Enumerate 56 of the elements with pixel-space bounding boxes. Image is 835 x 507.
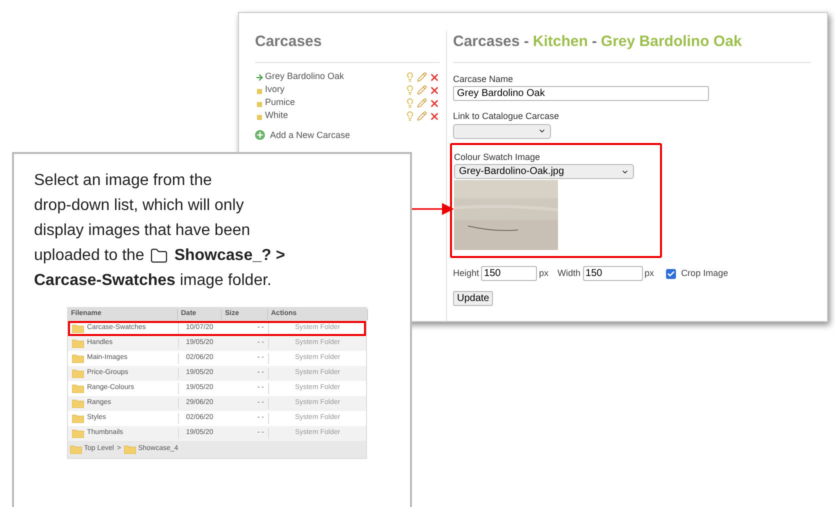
folder-icon (72, 354, 84, 363)
lightbulb-icon[interactable] (405, 111, 415, 121)
folder-icon (72, 399, 84, 408)
form-title: Kitchen (532, 32, 588, 52)
field-label: Colour Swatch Image (454, 150, 542, 164)
callout-text: uploaded to the (34, 246, 144, 266)
form-title: Grey Bardolino Oak (600, 32, 742, 52)
carcase-link[interactable]: Grey Bardolino Oak (265, 70, 405, 84)
delete-icon[interactable] (429, 84, 440, 96)
form-title: - (592, 32, 597, 52)
delete-icon[interactable] (429, 72, 440, 82)
pencil-icon[interactable] (417, 72, 427, 82)
field-label: Height (453, 266, 480, 280)
pencil-icon[interactable] (417, 98, 427, 108)
lightbulb-icon[interactable] (405, 98, 415, 108)
field-label: Link to Catalogue Carcase (453, 110, 560, 123)
chevron-icon (538, 127, 546, 135)
folder-icon (70, 445, 82, 454)
lightbulb-icon[interactable] (405, 72, 415, 82)
pencil-icon[interactable] (417, 111, 427, 121)
callout-text: Carcase-Swatches image folder. (34, 272, 272, 289)
crop-checkbox[interactable] (666, 268, 676, 278)
pencil-icon[interactable] (417, 85, 427, 95)
folder-icon (72, 429, 84, 438)
add-carcase-link[interactable]: Add a New Carcase (270, 128, 350, 142)
width-field[interactable]: 150 (582, 266, 643, 281)
carcase-link[interactable]: White (265, 109, 405, 123)
swatch-dropdown[interactable]: Grey-Bardolino-Oak.jpg (454, 164, 634, 179)
unit-label: px (644, 266, 654, 280)
folder-icon (72, 324, 84, 333)
name-field[interactable]: Grey Bardolino Oak (453, 86, 709, 101)
delete-icon[interactable] (429, 98, 440, 108)
folder-icon (124, 445, 136, 454)
delete-icon[interactable] (429, 110, 440, 122)
callout-text: display images that have been (34, 222, 250, 239)
sidebar-title: Carcases (255, 31, 440, 62)
folder-icon (72, 339, 84, 348)
callout-text: Select an image from the (34, 172, 212, 189)
checkbox-label: Crop Image (681, 266, 728, 280)
folder-icon (150, 246, 168, 264)
update-button[interactable]: Update (453, 291, 494, 306)
field-label: Width (558, 266, 581, 280)
callout-text: Showcase_? > (174, 246, 286, 266)
add-icon[interactable] (255, 130, 265, 140)
carcase-link[interactable]: Pumice (265, 96, 405, 110)
unit-label: px (539, 266, 549, 280)
folder-icon (72, 369, 84, 378)
lightbulb-icon[interactable] (405, 85, 415, 95)
height-field[interactable]: 150 (481, 266, 538, 281)
form-title: Carcases - (453, 32, 529, 52)
callout-text: drop-down list, which will only (34, 197, 244, 214)
folder-icon (72, 414, 84, 423)
folder-icon (72, 384, 84, 393)
carcase-link[interactable]: Ivory (265, 83, 405, 97)
field-label: Carcase Name (453, 72, 514, 86)
catalogue-dropdown[interactable] (453, 124, 551, 138)
